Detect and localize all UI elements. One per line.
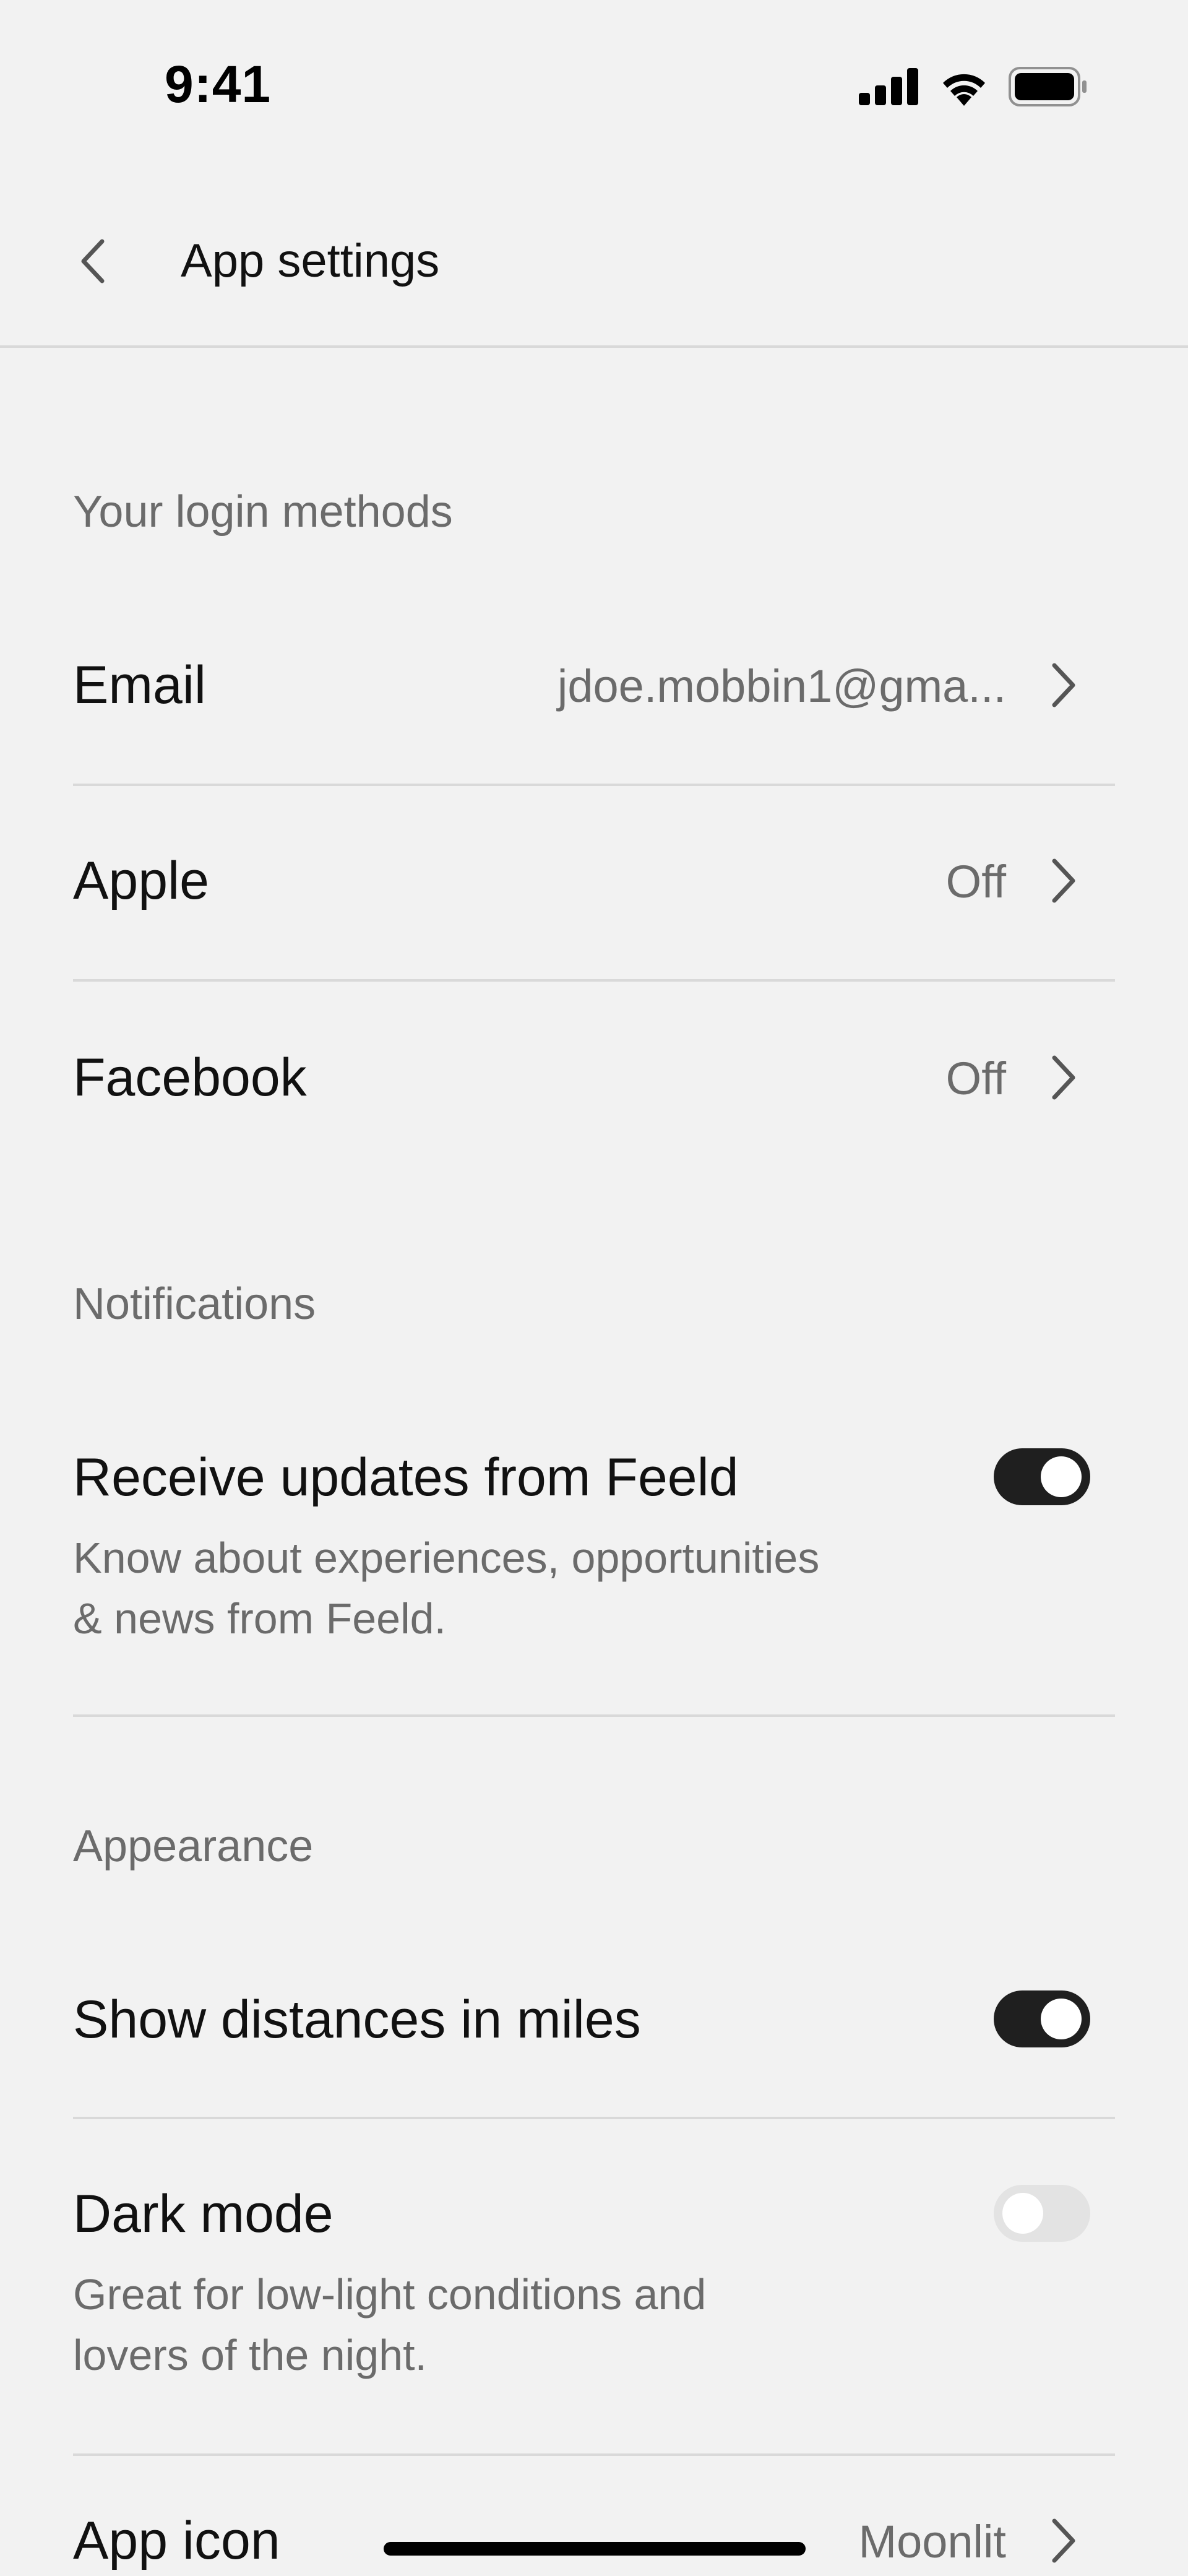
battery-icon — [1009, 67, 1087, 106]
chevron-left-icon — [81, 239, 105, 283]
updates-toggle[interactable] — [994, 1448, 1090, 1505]
signal-icon — [859, 68, 918, 105]
login-row-email[interactable]: Email jdoe.mobbin1@gma... — [73, 594, 1115, 786]
chevron-right-icon — [1052, 2518, 1075, 2563]
row-description-line: Know about experiences, opportunities — [73, 1534, 820, 1582]
row-label: Facebook — [73, 1048, 307, 1107]
home-indicator — [384, 2542, 806, 2556]
row-description-line: lovers of the night. — [73, 2331, 427, 2379]
row-value: Off — [945, 1053, 1006, 1104]
row-label: Receive updates from Feeld — [73, 1448, 739, 1507]
back-button[interactable] — [62, 230, 124, 292]
appearance-row-app-icon[interactable]: App icon Moonlit — [73, 2456, 1115, 2576]
status-icons — [859, 67, 1089, 106]
section-header-appearance: Appearance — [73, 1822, 314, 1871]
row-label: Apple — [73, 851, 209, 910]
chevron-right-icon — [1052, 663, 1075, 707]
row-description: Know about experiences, opportunities & … — [73, 1528, 927, 1649]
row-label: Email — [73, 655, 207, 715]
row-value: Off — [945, 856, 1006, 907]
row-value: Moonlit — [858, 2516, 1006, 2567]
nav-bar: App settings — [0, 186, 1188, 348]
toggle-knob — [1041, 1999, 1082, 2039]
row-label: Show distances in miles — [73, 1990, 641, 2049]
status-time: 9:41 — [165, 55, 272, 113]
section-header-notifications: Notifications — [73, 1279, 316, 1329]
row-description-line: & news from Feeld. — [73, 1594, 446, 1643]
row-description: Great for low-light conditions and lover… — [73, 2264, 927, 2385]
miles-toggle[interactable] — [994, 1990, 1090, 2047]
row-label: Dark mode — [73, 2184, 334, 2244]
status-bar: 9:41 — [0, 0, 1188, 167]
login-row-apple[interactable]: Apple Off — [73, 786, 1115, 982]
toggle-knob — [1041, 1456, 1082, 1497]
row-label: App icon — [73, 2511, 280, 2570]
page-title: App settings — [181, 235, 440, 287]
section-header-login: Your login methods — [73, 487, 453, 537]
row-value: jdoe.mobbin1@gma... — [557, 660, 1006, 712]
toggle-knob — [1002, 2193, 1043, 2234]
dark-mode-toggle[interactable] — [994, 2185, 1090, 2242]
row-description-line: Great for low-light conditions and — [73, 2270, 707, 2319]
chevron-right-icon — [1052, 858, 1075, 903]
wifi-icon — [943, 74, 985, 106]
appearance-row-miles: Show distances in miles — [73, 1927, 1115, 2119]
appearance-row-dark-mode: Dark mode Great for low-light conditions… — [73, 2119, 1115, 2456]
notifications-row-updates: Receive updates from Feeld Know about ex… — [73, 1386, 1115, 1717]
chevron-right-icon — [1052, 1055, 1075, 1100]
login-row-facebook[interactable]: Facebook Off — [73, 982, 1115, 1167]
